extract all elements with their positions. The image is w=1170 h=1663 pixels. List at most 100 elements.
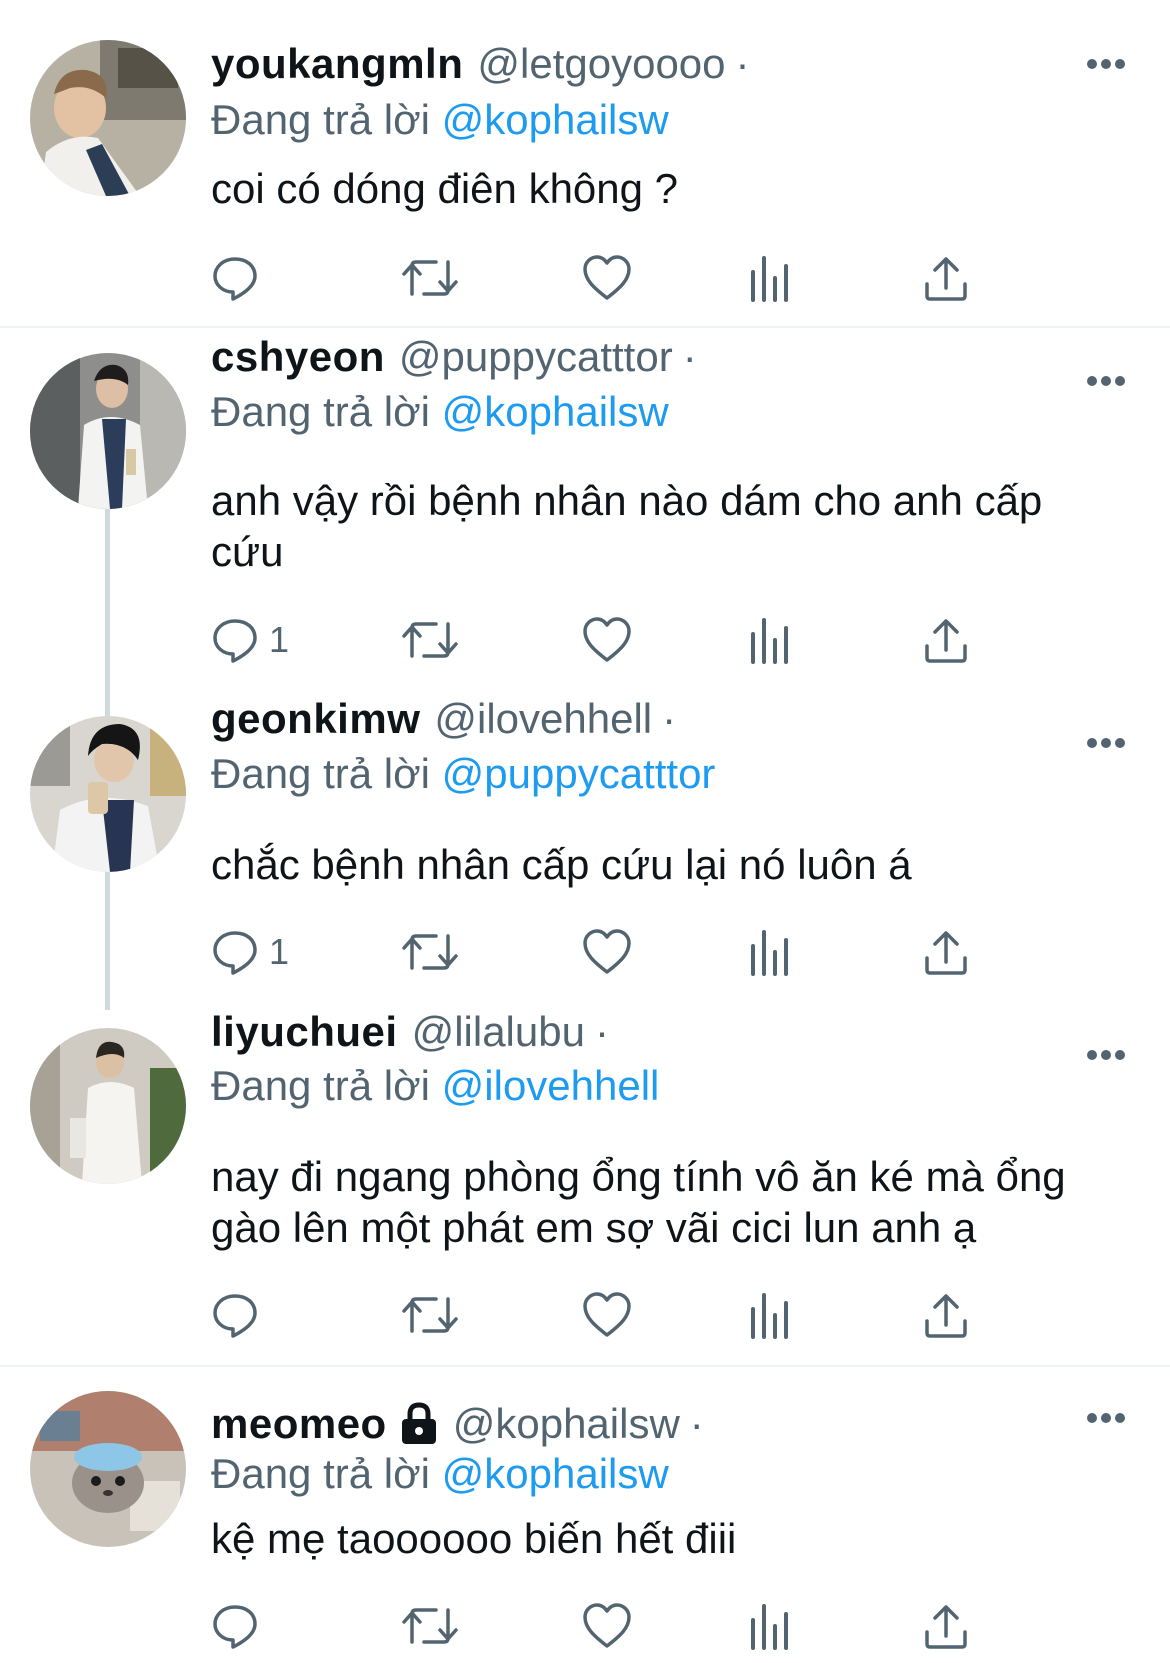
separator: · bbox=[735, 40, 750, 87]
avatar[interactable] bbox=[30, 40, 186, 196]
separator: · bbox=[689, 1400, 704, 1447]
reply-icon bbox=[213, 619, 257, 663]
avatar-photo bbox=[30, 353, 186, 509]
more-icon[interactable] bbox=[1086, 736, 1126, 750]
more-icon[interactable] bbox=[1086, 1048, 1126, 1062]
tweet-text: kệ mẹ taoooooo biến hết điii bbox=[211, 1515, 737, 1562]
heart-icon bbox=[583, 929, 631, 974]
more-icon[interactable] bbox=[1086, 1411, 1126, 1425]
views-icon bbox=[751, 256, 788, 302]
retweet-icon bbox=[402, 934, 458, 970]
retweet-button[interactable] bbox=[402, 926, 458, 978]
more-icon[interactable] bbox=[1086, 57, 1126, 71]
avatar[interactable] bbox=[30, 1391, 186, 1547]
tweet-text: anh vậy rồi bệnh nhân nào dám cho anh cấ… bbox=[211, 477, 1043, 575]
views-icon bbox=[751, 1293, 788, 1339]
replying-to-handle[interactable]: @kophailsw bbox=[442, 96, 669, 143]
reply-button[interactable]: 1 bbox=[211, 926, 289, 978]
replying-label: Đang trả lời bbox=[211, 388, 430, 435]
reply-icon bbox=[213, 931, 257, 975]
lock-icon bbox=[401, 1402, 436, 1444]
tweet-actions bbox=[211, 252, 1061, 304]
separator: · bbox=[662, 695, 677, 742]
like-button[interactable] bbox=[582, 1600, 632, 1652]
retweet-icon bbox=[402, 622, 458, 658]
tweet-text: chắc bệnh nhân cấp cứu lại nó luôn á bbox=[211, 841, 912, 888]
views-button[interactable] bbox=[748, 614, 792, 666]
tweet-actions: 1 bbox=[211, 926, 1061, 978]
views-button[interactable] bbox=[748, 926, 792, 978]
share-icon bbox=[925, 931, 967, 975]
tweet-text: coi có dóng điên không ? bbox=[211, 165, 679, 212]
replying-to: Đang trả lời @kophailsw bbox=[211, 384, 669, 440]
avatar-photo bbox=[30, 1028, 186, 1184]
share-icon bbox=[925, 1294, 967, 1338]
like-button[interactable] bbox=[582, 614, 632, 666]
share-icon bbox=[925, 619, 967, 663]
replying-label: Đang trả lời bbox=[211, 96, 430, 143]
replying-label: Đang trả lời bbox=[211, 1450, 430, 1497]
reply-count: 1 bbox=[269, 619, 290, 660]
replying-label: Đang trả lời bbox=[211, 750, 430, 797]
heart-icon bbox=[583, 1603, 631, 1648]
retweet-button[interactable] bbox=[402, 1600, 458, 1652]
replying-to: Đang trả lời @ilovehhell bbox=[211, 1058, 659, 1114]
avatar[interactable] bbox=[30, 1028, 186, 1184]
reply-count: 1 bbox=[269, 931, 290, 972]
share-button[interactable] bbox=[923, 926, 969, 978]
like-button[interactable] bbox=[582, 252, 632, 304]
views-button[interactable] bbox=[748, 1600, 792, 1652]
retweet-button[interactable] bbox=[402, 614, 458, 666]
retweet-button[interactable] bbox=[402, 252, 458, 304]
display-name[interactable]: liyuchuei bbox=[211, 1004, 398, 1060]
avatar[interactable] bbox=[30, 353, 186, 509]
retweet-icon bbox=[402, 260, 458, 296]
user-handle[interactable]: @lilalubu bbox=[412, 1004, 585, 1060]
tweet-actions: 1 bbox=[211, 614, 1061, 666]
tweet-header: geonkimw @ilovehhell · bbox=[211, 691, 676, 747]
tweet-divider bbox=[0, 326, 1170, 328]
tweet-actions bbox=[211, 1600, 1061, 1652]
share-button[interactable] bbox=[923, 252, 969, 304]
retweet-button[interactable] bbox=[402, 1289, 458, 1341]
replying-to-handle[interactable]: @kophailsw bbox=[442, 388, 669, 435]
views-button[interactable] bbox=[748, 1289, 792, 1341]
reply-icon bbox=[213, 1605, 257, 1649]
share-button[interactable] bbox=[923, 1289, 969, 1341]
more-icon[interactable] bbox=[1086, 374, 1126, 388]
reply-button[interactable] bbox=[211, 252, 269, 304]
display-name[interactable]: youkangmln bbox=[211, 36, 463, 92]
user-handle[interactable]: @letgoyoooo bbox=[477, 36, 725, 92]
display-name[interactable]: geonkimw bbox=[211, 691, 420, 747]
like-button[interactable] bbox=[582, 1289, 632, 1341]
user-handle[interactable]: @puppycatttor bbox=[399, 329, 673, 385]
retweet-icon bbox=[402, 1608, 458, 1644]
reply-icon bbox=[213, 1294, 257, 1338]
heart-icon bbox=[583, 1292, 631, 1337]
replying-to-handle[interactable]: @kophailsw bbox=[442, 1450, 669, 1497]
heart-icon bbox=[583, 617, 631, 662]
share-button[interactable] bbox=[923, 1600, 969, 1652]
reply-button[interactable] bbox=[211, 1600, 269, 1652]
avatar[interactable] bbox=[30, 716, 186, 872]
reply-button[interactable] bbox=[211, 1289, 269, 1341]
separator: · bbox=[594, 1008, 609, 1055]
avatar-photo bbox=[30, 716, 186, 872]
replying-to-handle[interactable]: @ilovehhell bbox=[442, 1062, 660, 1109]
display-name[interactable]: cshyeon bbox=[211, 329, 385, 385]
tweet-header: cshyeon @puppycatttor · bbox=[211, 329, 697, 385]
reply-button[interactable]: 1 bbox=[211, 614, 289, 666]
separator: · bbox=[682, 333, 697, 380]
like-button[interactable] bbox=[582, 926, 632, 978]
display-name[interactable]: meomeo bbox=[211, 1396, 387, 1452]
tweet-header: liyuchuei @lilalubu · bbox=[211, 1004, 609, 1060]
replying-to-handle[interactable]: @puppycatttor bbox=[442, 750, 716, 797]
retweet-icon bbox=[402, 1297, 458, 1333]
user-handle[interactable]: @ilovehhell bbox=[434, 691, 652, 747]
views-button[interactable] bbox=[748, 252, 792, 304]
tweet-divider bbox=[0, 1365, 1170, 1367]
share-button[interactable] bbox=[923, 614, 969, 666]
user-handle[interactable]: @kophailsw bbox=[453, 1396, 680, 1452]
views-icon bbox=[751, 930, 788, 976]
share-icon bbox=[925, 1605, 967, 1649]
